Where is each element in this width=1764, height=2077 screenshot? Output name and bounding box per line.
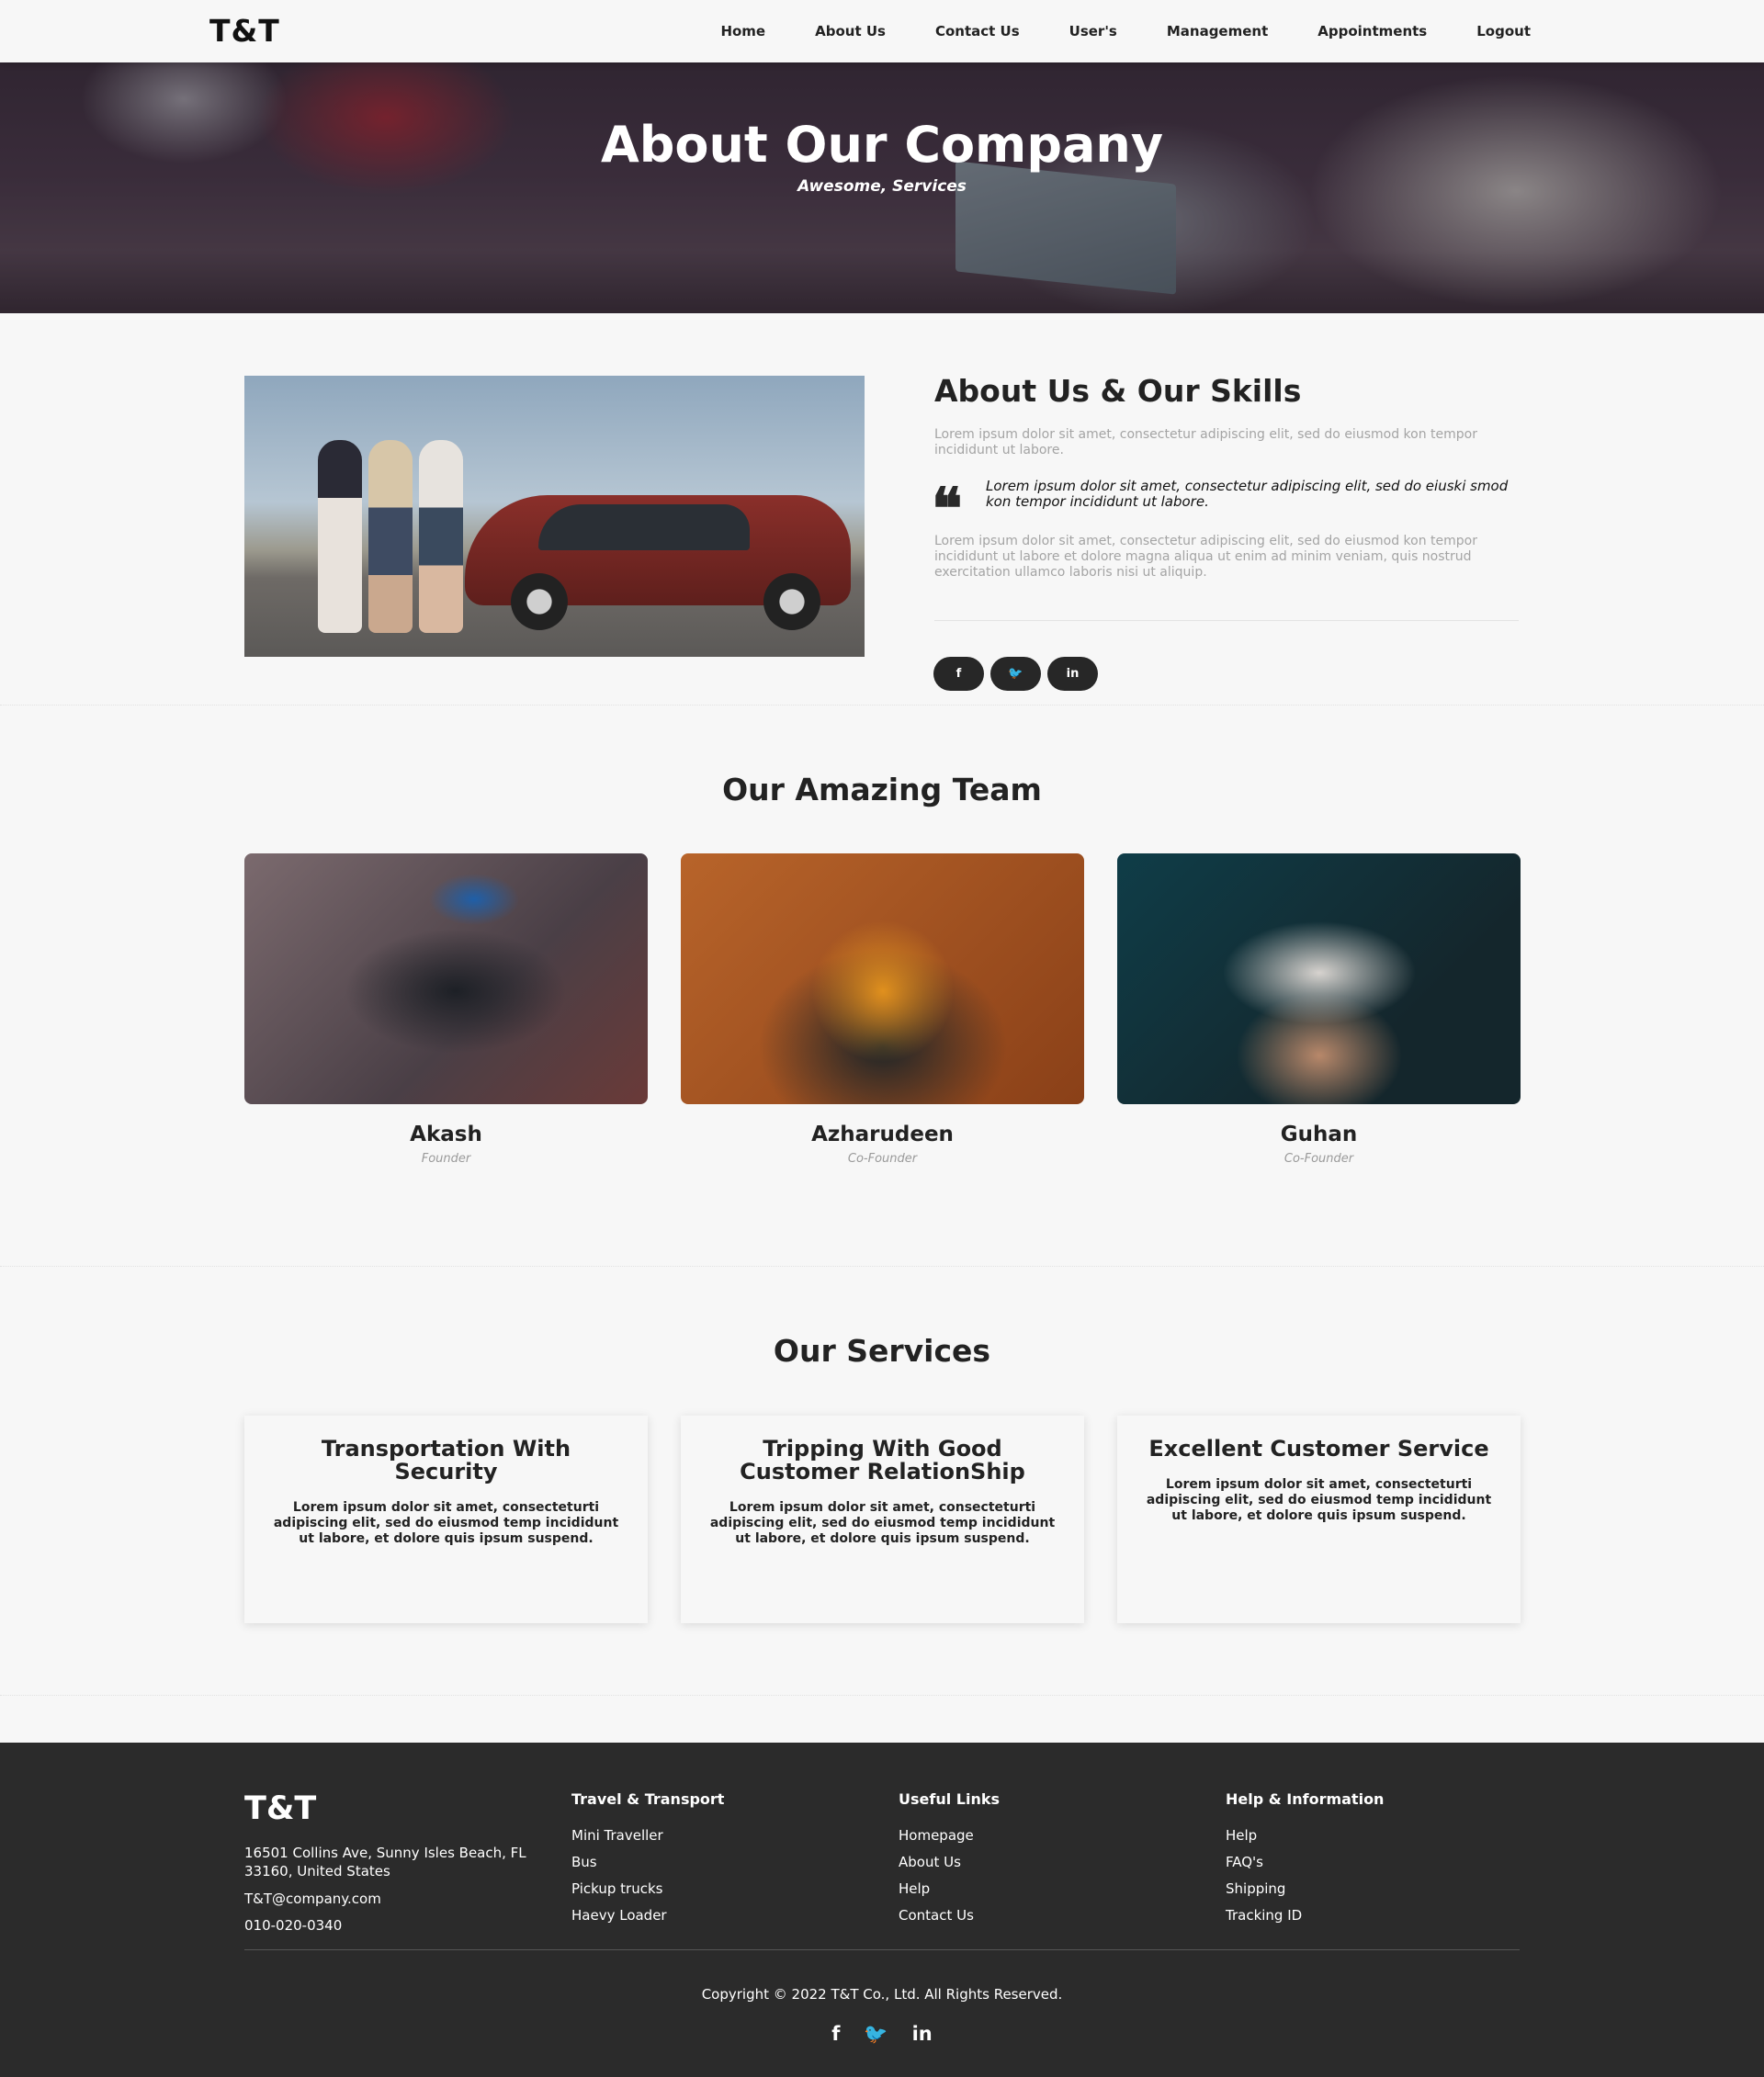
service-title: Transportation With Security: [321, 1436, 571, 1484]
car-wheel: [763, 573, 820, 630]
footer-divider: [244, 1949, 1520, 1950]
about-social-links: f 🐦 in: [933, 657, 1098, 691]
hero-title: About Our Company: [600, 116, 1164, 174]
footer-link[interactable]: About Us: [899, 1849, 1000, 1876]
service-card: Excellent Customer Service Lorem ipsum d…: [1117, 1416, 1521, 1623]
about-paragraph-2: Lorem ipsum dolor sit amet, consectetur …: [934, 534, 1477, 580]
person-figure: [318, 440, 362, 633]
team-member-card: Guhan Co-Founder: [1117, 853, 1521, 1166]
footer-copyright: Copyright © 2022 T&T Co., Ltd. All Right…: [701, 1986, 1063, 2003]
footer-column-travel: Travel & Transport Mini Traveller Bus Pi…: [571, 1790, 724, 1929]
nav-logout[interactable]: Logout: [1476, 23, 1531, 40]
top-navbar: T&T Home About Us Contact Us User's Mana…: [0, 0, 1764, 62]
footer-link[interactable]: Shipping: [1226, 1876, 1384, 1902]
about-heading: About Us & Our Skills: [934, 373, 1302, 409]
footer-column-useful-links: Useful Links Homepage About Us Help Cont…: [899, 1790, 1000, 1929]
linkedin-icon[interactable]: in: [912, 2023, 933, 2046]
nav-home[interactable]: Home: [720, 23, 765, 40]
linkedin-icon[interactable]: in: [1047, 657, 1098, 691]
service-card: Transportation With Security Lorem ipsum…: [244, 1416, 648, 1623]
quote-icon: ❝: [932, 475, 963, 542]
car-window-shape: [538, 504, 750, 550]
team-member-photo: [244, 853, 648, 1104]
footer-link[interactable]: Help: [899, 1876, 1000, 1902]
team-member-card: Akash Founder: [244, 853, 648, 1166]
footer-link[interactable]: FAQ's: [1226, 1849, 1384, 1876]
team-member-name: Guhan: [1280, 1123, 1358, 1146]
footer: T&T 16501 Collins Ave, Sunny Isles Beach…: [0, 1743, 1764, 2077]
footer-link[interactable]: Homepage: [899, 1823, 1000, 1849]
nav-users[interactable]: User's: [1069, 23, 1117, 40]
service-text: Lorem ipsum dolor sit amet, consecteturt…: [1146, 1477, 1492, 1523]
footer-link[interactable]: Pickup trucks: [571, 1876, 724, 1902]
about-divider: [934, 620, 1519, 621]
service-text: Lorem ipsum dolor sit amet, consecteturt…: [709, 1500, 1056, 1546]
footer-link[interactable]: Mini Traveller: [571, 1823, 724, 1849]
footer-column-title: Useful Links: [899, 1790, 1001, 1808]
section-divider: [0, 705, 1764, 706]
team-member-role: Co-Founder: [847, 1152, 918, 1166]
about-quote: Lorem ipsum dolor sit amet, consectetur …: [986, 478, 1509, 510]
footer-link[interactable]: Contact Us: [899, 1902, 1000, 1929]
person-figure: [419, 440, 463, 633]
brand-logo[interactable]: T&T: [209, 13, 280, 49]
services-section-title: Our Services: [773, 1333, 991, 1369]
footer-link[interactable]: Haevy Loader: [571, 1902, 724, 1929]
footer-email[interactable]: T&T@company.com: [244, 1891, 381, 1907]
team-member-role: Founder: [421, 1152, 471, 1166]
about-paragraph-1: Lorem ipsum dolor sit amet, consectetur …: [934, 427, 1477, 457]
team-section-title: Our Amazing Team: [722, 772, 1042, 807]
facebook-icon[interactable]: f: [933, 657, 984, 691]
footer-column-title: Help & Information: [1226, 1790, 1385, 1808]
nav-about-us[interactable]: About Us: [815, 23, 886, 40]
team-member-photo: [1117, 853, 1521, 1104]
hero-banner: About Our Company Awesome, Services: [0, 62, 1764, 313]
about-image: [244, 376, 865, 657]
team-member-name: Azharudeen: [811, 1123, 954, 1146]
section-divider: [0, 1266, 1764, 1267]
twitter-icon[interactable]: 🐦: [990, 657, 1041, 691]
hero-subtitle: Awesome, Services: [797, 177, 967, 196]
section-divider: [0, 1695, 1764, 1696]
nav-contact-us[interactable]: Contact Us: [935, 23, 1020, 40]
service-title: Tripping With Good Customer RelationShip: [740, 1436, 1025, 1484]
footer-column-help: Help & Information Help FAQ's Shipping T…: [1226, 1790, 1384, 1929]
nav-appointments[interactable]: Appointments: [1317, 23, 1427, 40]
footer-link[interactable]: Help: [1226, 1823, 1384, 1849]
service-card: Tripping With Good Customer RelationShip…: [681, 1416, 1084, 1623]
service-title: Excellent Customer Service: [1148, 1436, 1489, 1462]
service-text: Lorem ipsum dolor sit amet, consecteturt…: [273, 1500, 619, 1546]
team-member-name: Akash: [410, 1123, 482, 1146]
footer-column-title: Travel & Transport: [571, 1790, 725, 1808]
footer-phone[interactable]: 010-020-0340: [244, 1917, 342, 1934]
facebook-icon[interactable]: f: [831, 2023, 840, 2046]
team-member-photo: [681, 853, 1084, 1104]
footer-address: 16501 Collins Ave, Sunny Isles Beach, FL…: [244, 1845, 526, 1879]
team-member-role: Co-Founder: [1283, 1152, 1354, 1166]
nav-menu: Home About Us Contact Us User's Manageme…: [720, 0, 1531, 62]
nav-management[interactable]: Management: [1167, 23, 1268, 40]
person-figure: [368, 440, 413, 633]
car-wheel: [511, 573, 568, 630]
footer-link[interactable]: Tracking ID: [1226, 1902, 1384, 1929]
footer-social-links: f 🐦 in: [0, 2023, 1764, 2046]
footer-brand-logo[interactable]: T&T: [244, 1790, 316, 1827]
team-member-card: Azharudeen Co-Founder: [681, 853, 1084, 1166]
twitter-icon[interactable]: 🐦: [864, 2023, 888, 2046]
footer-link[interactable]: Bus: [571, 1849, 724, 1876]
